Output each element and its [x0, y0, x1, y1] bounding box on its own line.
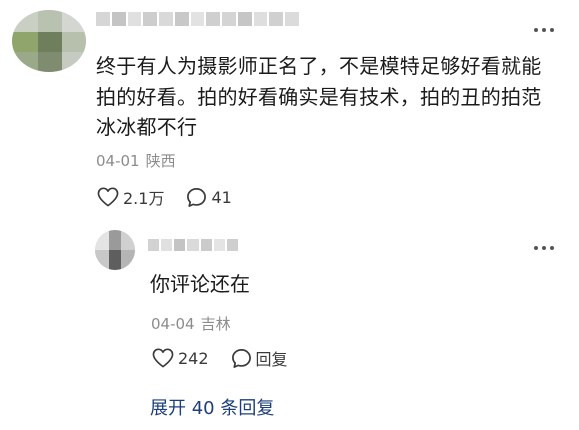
heart-outline-icon: [97, 187, 119, 207]
reply-avatar[interactable]: [95, 230, 135, 270]
comment-meta: 04-01 陕西: [96, 150, 176, 171]
comment-text: 终于有人为摄影师正名了，不是模特足够好看就能拍的好看。拍的好看确实是有技术，拍的…: [96, 54, 542, 139]
expand-replies-link[interactable]: 展开 40 条回复: [150, 394, 274, 420]
comment-location: 陕西: [145, 152, 176, 170]
heart-outline-icon: [152, 348, 174, 368]
comment-button[interactable]: 41: [186, 187, 232, 208]
reply-actions: 242 回复: [152, 346, 288, 370]
reply-label: 回复: [255, 350, 288, 369]
speech-bubble-icon: [231, 348, 251, 368]
reply-date: 04-04: [151, 315, 195, 333]
reply-username-blurred[interactable]: [148, 239, 238, 251]
like-count: 2.1万: [123, 189, 165, 208]
reply-more-dots-icon[interactable]: [534, 246, 554, 252]
reply-like-button[interactable]: 242: [152, 348, 209, 368]
more-dots-icon[interactable]: [534, 28, 554, 34]
reply-location: 吉林: [200, 315, 231, 333]
reply-meta: 04-04 吉林: [151, 313, 231, 334]
comment-date: 04-01: [96, 152, 140, 170]
like-button[interactable]: 2.1万: [97, 185, 164, 209]
speech-bubble-icon: [187, 187, 207, 207]
reply-text: 你评论还在: [150, 272, 250, 296]
avatar[interactable]: [12, 10, 86, 72]
reply-count: 41: [211, 187, 232, 207]
reply-like-count: 242: [178, 348, 209, 368]
username-blurred[interactable]: [96, 12, 299, 26]
comment-actions: 2.1万 41: [97, 185, 232, 209]
reply-to-reply-button[interactable]: 回复: [231, 346, 288, 370]
